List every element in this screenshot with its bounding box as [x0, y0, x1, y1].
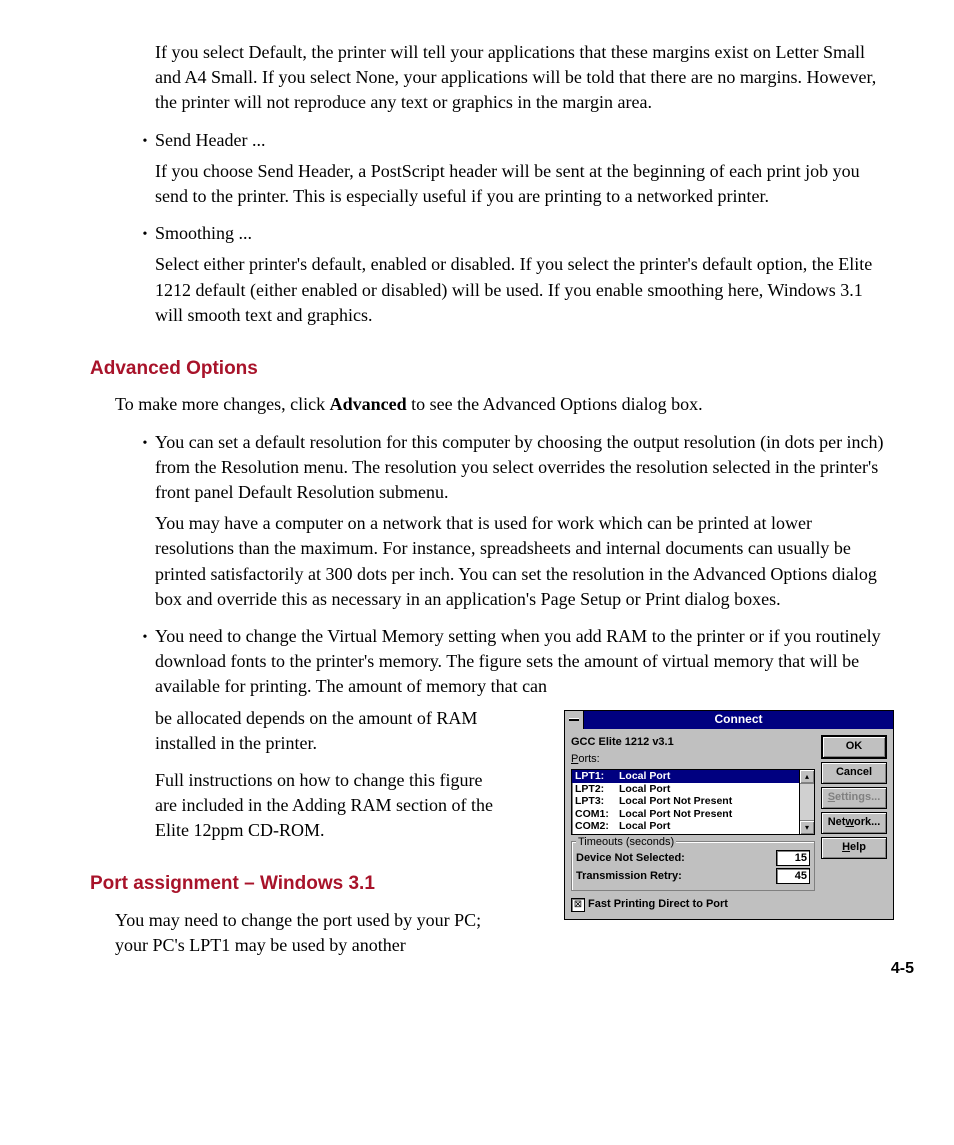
- timeouts-group-label: Timeouts (seconds): [576, 835, 676, 850]
- settings-button[interactable]: Settings...: [821, 787, 887, 809]
- bullet-send-header: • Send Header ...: [135, 128, 894, 153]
- bullet-dot: •: [135, 128, 155, 152]
- scroll-down-icon[interactable]: ▾: [800, 820, 814, 834]
- fast-printing-label: Fast Printing Direct to Port: [588, 897, 728, 912]
- system-menu-icon[interactable]: [565, 711, 584, 729]
- bullet-smoothing: • Smoothing ...: [135, 221, 894, 246]
- timeouts-group: Timeouts (seconds) Device Not Selected: …: [571, 841, 815, 891]
- bullet-dot: •: [135, 430, 155, 454]
- port-item-lpt3[interactable]: LPT3:Local Port Not Present: [572, 795, 799, 808]
- bullet-resolution: • You can set a default resolution for t…: [135, 430, 894, 506]
- bullet-send-header-title: Send Header ...: [155, 128, 894, 153]
- port-body: You may need to change the port used by …: [115, 908, 495, 958]
- ports-listbox[interactable]: LPT1:Local Port LPT2:Local Port LPT3:Loc…: [571, 769, 800, 835]
- connect-dialog: Connect GCC Elite 1212 v3.1 Ports: LPT1:…: [564, 710, 894, 920]
- fast-printing-checkbox[interactable]: ⊠: [571, 898, 585, 912]
- ok-button[interactable]: OK: [821, 735, 887, 759]
- cancel-button[interactable]: Cancel: [821, 762, 887, 784]
- device-not-selected-label: Device Not Selected:: [576, 851, 776, 866]
- paragraph-margins: If you select Default, the printer will …: [155, 40, 894, 116]
- vm-p1: You need to change the Virtual Memory se…: [155, 624, 894, 700]
- dialog-titlebar[interactable]: Connect: [565, 711, 893, 729]
- bullet-virtual-memory: • You need to change the Virtual Memory …: [135, 624, 894, 700]
- bullet-dot: •: [135, 221, 155, 245]
- page-number: 4-5: [891, 958, 914, 980]
- vm-instructions: Full instructions on how to change this …: [155, 768, 495, 844]
- network-button[interactable]: Network...: [821, 812, 887, 834]
- device-not-selected-input[interactable]: 15: [776, 850, 810, 866]
- advanced-intro: To make more changes, click Advanced to …: [115, 392, 894, 417]
- text: to see the Advanced Options dialog box.: [407, 394, 703, 414]
- resolution-p2: You may have a computer on a network tha…: [155, 511, 894, 612]
- paragraph-smoothing: Select either printer's default, enabled…: [155, 252, 894, 328]
- paragraph-send-header: If you choose Send Header, a PostScript …: [155, 159, 894, 209]
- ports-label: Ports:: [571, 752, 815, 767]
- port-item-com2[interactable]: COM2:Local Port: [572, 820, 799, 833]
- port-item-com1[interactable]: COM1:Local Port Not Present: [572, 808, 799, 821]
- transmission-retry-label: Transmission Retry:: [576, 869, 776, 884]
- text-bold: Advanced: [330, 394, 407, 414]
- resolution-p1: You can set a default resolution for thi…: [155, 430, 894, 506]
- port-item-lpt2[interactable]: LPT2:Local Port: [572, 783, 799, 796]
- port-item-lpt1[interactable]: LPT1:Local Port: [572, 770, 799, 783]
- vm-tail: be allocated depends on the amount of RA…: [155, 706, 495, 756]
- listbox-scrollbar[interactable]: ▴ ▾: [800, 769, 815, 835]
- heading-port-assignment: Port assignment – Windows 3.1: [90, 871, 495, 898]
- heading-advanced-options: Advanced Options: [90, 356, 894, 383]
- scroll-up-icon[interactable]: ▴: [800, 770, 814, 784]
- text: To make more changes, click: [115, 394, 330, 414]
- printer-name-label: GCC Elite 1212 v3.1: [571, 735, 815, 750]
- transmission-retry-input[interactable]: 45: [776, 868, 810, 884]
- bullet-smoothing-title: Smoothing ...: [155, 221, 894, 246]
- bullet-dot: •: [135, 624, 155, 648]
- dialog-title: Connect: [584, 711, 893, 728]
- help-button[interactable]: Help: [821, 837, 887, 859]
- scroll-track[interactable]: [800, 784, 814, 820]
